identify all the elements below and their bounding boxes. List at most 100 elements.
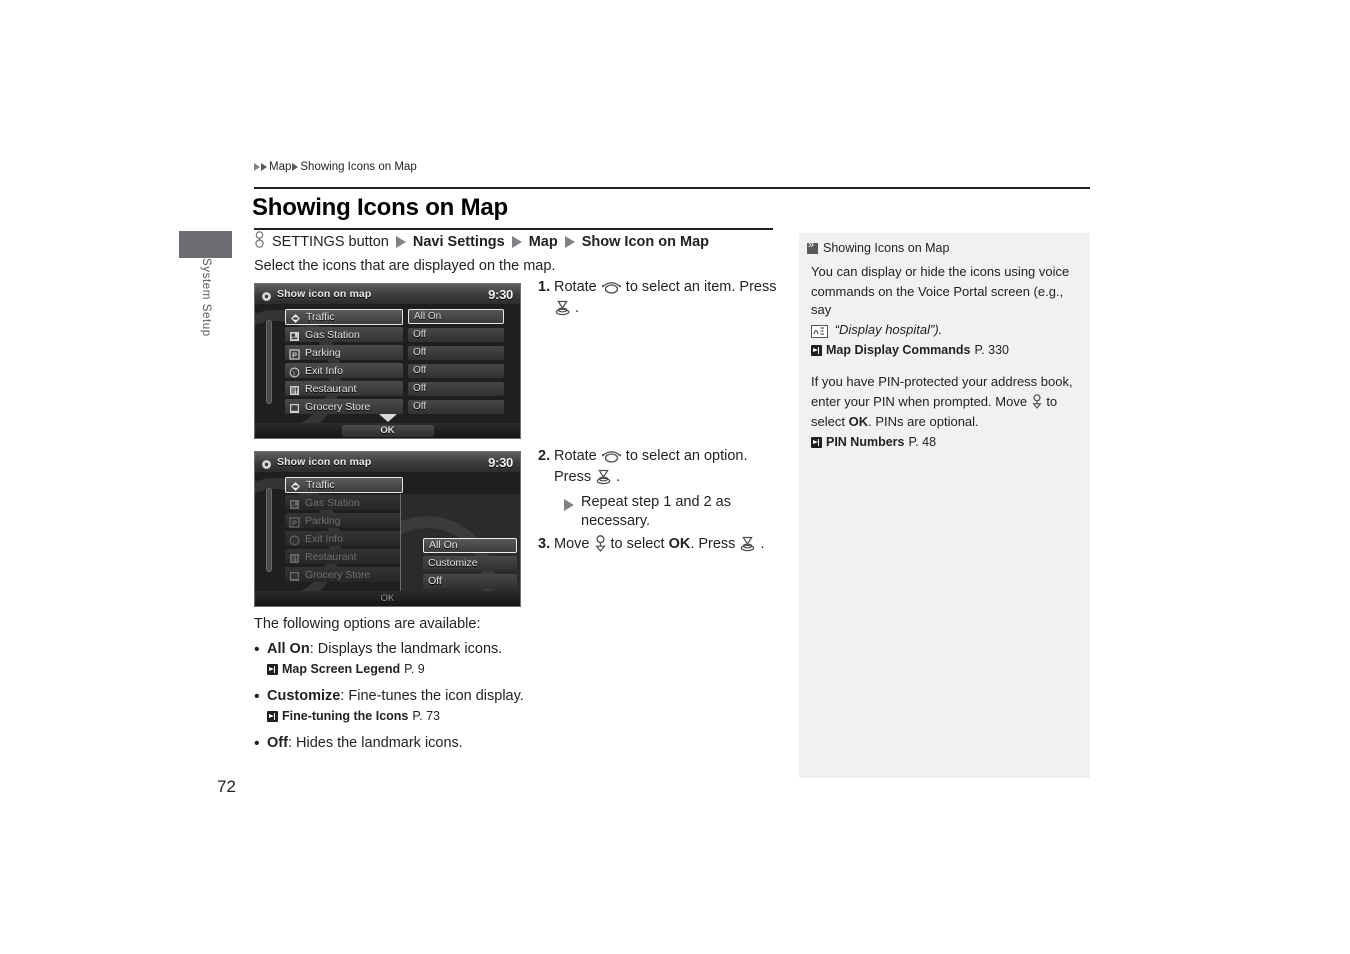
restaurant-icon [289, 383, 300, 395]
icon-setting-item[interactable]: Grocery Store [285, 399, 403, 414]
option-description: : Hides the landmark icons. [287, 735, 463, 751]
popup-option[interactable]: Customize [423, 556, 517, 571]
icon-settings-list: Traffic All On Gas Station Off P Parking Off i E… [285, 308, 514, 416]
icon-setting-row[interactable]: Traffic All On [285, 308, 514, 325]
icon-setting-value[interactable]: All On [408, 309, 504, 324]
icon-setting-label: Traffic [306, 310, 335, 323]
note-paragraph-2-line-3: select OK. PINs are optional. [811, 413, 1078, 431]
gas-station-icon [289, 329, 300, 341]
option-reference[interactable]: Fine-tuning the Icons P. 73 [267, 707, 584, 725]
option-line: All On: Displays the landmark icons. [267, 640, 584, 659]
option-popup-list: All On Customize Off [423, 538, 517, 592]
note-body: You can display or hide the icons using … [799, 255, 1090, 451]
gear-icon [261, 289, 272, 301]
menu-path-map[interactable]: Map [529, 234, 558, 250]
icon-setting-item[interactable]: Gas Station [285, 495, 403, 510]
scrollbar[interactable] [266, 488, 272, 572]
step-text: Move [554, 536, 590, 552]
grocery-store-icon [289, 401, 300, 413]
note-paragraph-1-line-1: You can display or hide the icons using … [811, 264, 1070, 279]
nav-screen-clock: 9:30 [488, 454, 513, 470]
svg-text:P: P [292, 351, 297, 360]
section-tab-marker [179, 231, 232, 258]
option-list-item: • Customize: Fine-tunes the icon display.… [254, 687, 584, 725]
icon-setting-row[interactable]: Gas Station Off [285, 326, 514, 343]
joystick-down-icon [1031, 394, 1047, 409]
icon-setting-item[interactable]: i Exit Info [285, 531, 403, 546]
option-reference-page: P. 73 [412, 709, 440, 723]
icon-setting-row[interactable]: Grocery Store Off [285, 398, 514, 415]
joystick-down-icon [594, 535, 611, 552]
icon-setting-row[interactable]: Traffic [285, 476, 514, 493]
ok-button[interactable]: OK [342, 593, 434, 605]
popup-option[interactable]: Off [423, 574, 517, 589]
note-reference-1[interactable]: Map Display Commands P. 330 [811, 341, 1078, 359]
option-reference-title: Map Screen Legend [282, 662, 401, 676]
note-reference-2-page: P. 48 [908, 435, 937, 449]
option-popup: All On Customize Off [400, 494, 520, 606]
icon-setting-label: Exit Info [305, 532, 343, 545]
option-list-item: • All On: Displays the landmark icons. Map… [254, 640, 584, 678]
substep-triangle-icon [564, 499, 574, 511]
jump-reference-icon [811, 436, 822, 448]
note-paragraph-2-line-1: If you have PIN-protected your address b… [811, 374, 1073, 389]
icon-setting-value[interactable]: Off [408, 327, 504, 342]
icon-setting-item[interactable]: i Exit Info [285, 363, 403, 378]
note-paragraph-2-line-2: enter your PIN when prompted. Move to [811, 393, 1078, 411]
note-paragraph-2-text: select [811, 414, 845, 429]
scroll-down-arrow-icon[interactable] [378, 414, 397, 422]
icon-setting-value[interactable]: Off [408, 399, 504, 414]
icon-setting-item[interactable]: Restaurant [285, 549, 403, 564]
icon-setting-item[interactable]: P Parking [285, 513, 403, 528]
bullet-icon: • [254, 688, 260, 705]
option-description: : Fine-tunes the icon display. [340, 688, 524, 704]
icon-setting-value[interactable]: Off [408, 363, 504, 378]
icon-setting-row[interactable]: P Parking Off [285, 344, 514, 361]
note-paragraph-2-text: to [1046, 394, 1058, 409]
breadcrumb: Map Showing Icons on Map [254, 161, 418, 173]
option-list-item: • Off: Hides the landmark icons. [254, 734, 584, 753]
icon-setting-value[interactable]: Off [408, 345, 504, 360]
breadcrumb-parent[interactable]: Map [269, 161, 291, 173]
menu-path: SETTINGS button Navi Settings Map Show I… [254, 231, 710, 252]
nav-screen-title: Show icon on map [277, 288, 372, 300]
exit-info-icon: i [289, 365, 300, 378]
voice-command-icon [811, 325, 828, 338]
menu-path-show-icon-on-map[interactable]: Show Icon on Map [582, 234, 709, 250]
icon-setting-item[interactable]: Grocery Store [285, 567, 403, 582]
ok-bar: OK [255, 591, 520, 606]
note-reference-2-title: PIN Numbers [826, 435, 905, 449]
step-number-spacer [538, 299, 554, 318]
icon-setting-value[interactable]: Off [408, 381, 504, 396]
icon-setting-row[interactable]: Restaurant Off [285, 380, 514, 397]
step-number: 2. [538, 448, 551, 464]
manual-page: System Setup Map Showing Icons on Map Sh… [0, 0, 1350, 954]
option-body: All On: Displays the landmark icons. Map … [267, 640, 584, 678]
note-voice-example: “Display hospital”). [834, 322, 943, 337]
options-list: • All On: Displays the landmark icons. Map… [254, 640, 584, 753]
ok-button[interactable]: OK [341, 424, 434, 437]
nav-screen-body: Traffic All On Gas Station Off P Parking Off i E… [255, 304, 520, 438]
settings-button-icon [254, 231, 265, 252]
popup-option[interactable]: All On [423, 538, 517, 553]
traffic-icon [290, 311, 301, 323]
substep-repeat: Repeat step 1 and 2 as necessary. [564, 493, 790, 531]
note-heading: Showing Icons on Map [823, 241, 950, 255]
note-reference-2[interactable]: PIN Numbers P. 48 [811, 433, 1078, 451]
option-body: Customize: Fine-tunes the icon display. F… [267, 687, 584, 725]
option-reference[interactable]: Map Screen Legend P. 9 [267, 660, 584, 678]
icon-setting-label: Parking [305, 514, 341, 527]
step-text: Rotate [554, 279, 597, 295]
menu-path-navi-settings[interactable]: Navi Settings [413, 234, 505, 250]
icon-setting-item[interactable]: Gas Station [285, 327, 403, 342]
icon-setting-item[interactable]: Restaurant [285, 381, 403, 396]
grocery-store-icon [289, 569, 300, 581]
icon-setting-item[interactable]: P Parking [285, 345, 403, 360]
jump-reference-icon [267, 663, 278, 675]
option-reference-page: P. 9 [404, 662, 425, 676]
icon-setting-item[interactable]: Traffic [285, 308, 403, 325]
scrollbar[interactable] [266, 320, 272, 404]
icon-setting-item[interactable]: Traffic [285, 476, 403, 493]
icon-setting-row[interactable]: i Exit Info Off [285, 362, 514, 379]
restaurant-icon [289, 551, 300, 563]
